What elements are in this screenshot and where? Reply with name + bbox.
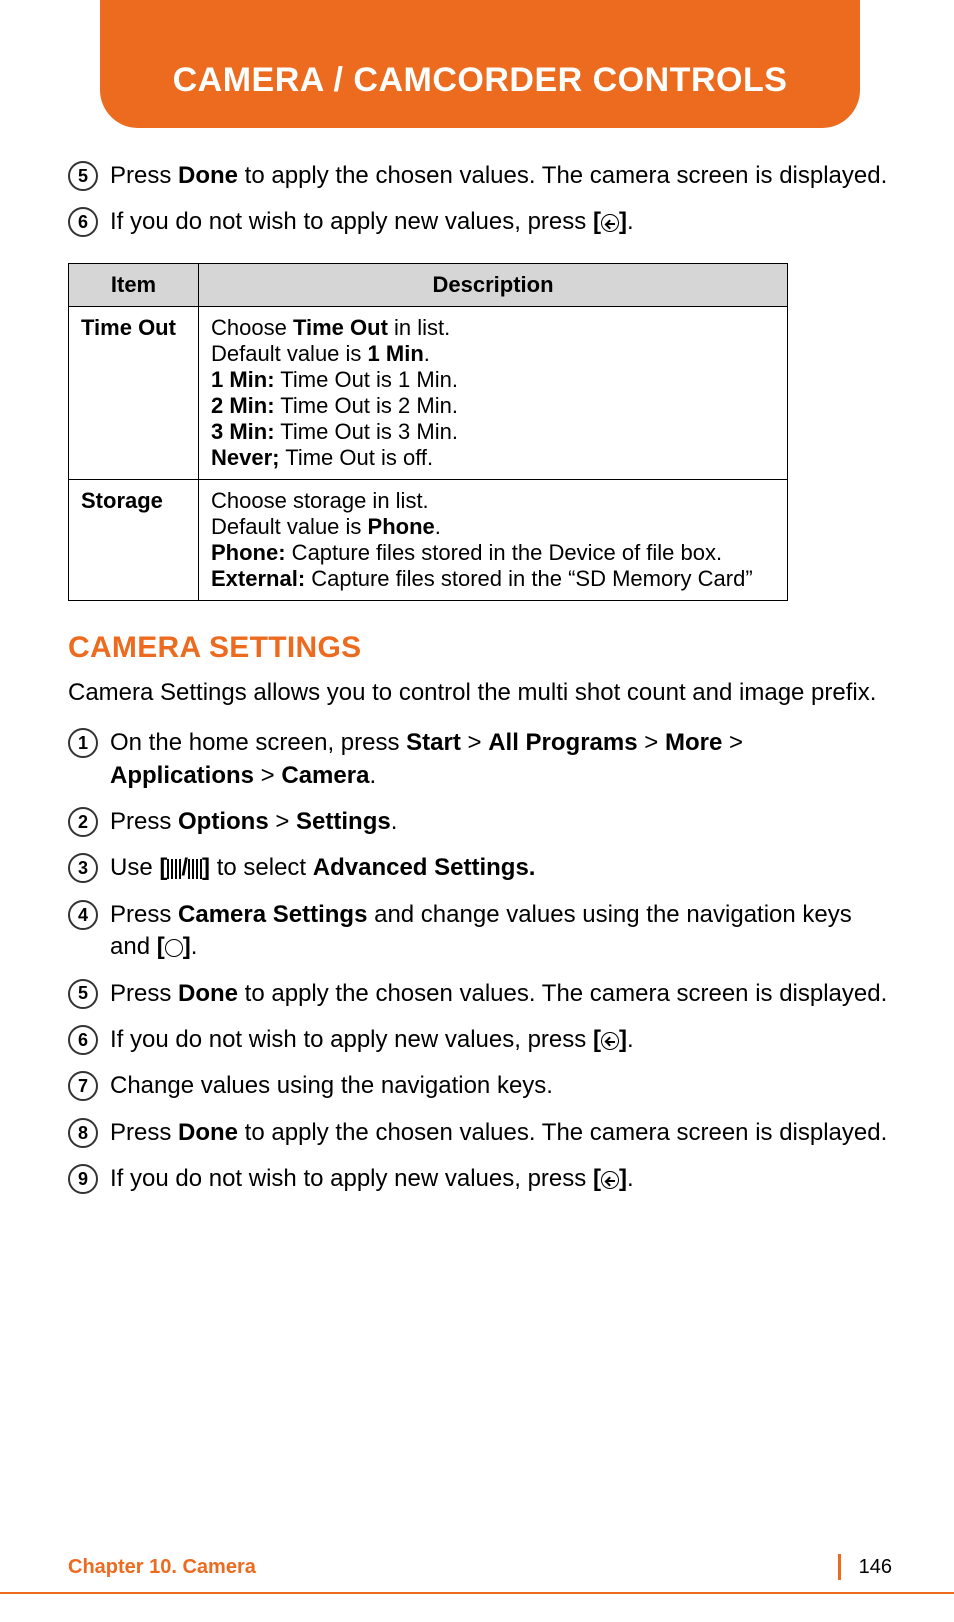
step-item: 2 Press Options > Settings. bbox=[68, 806, 890, 838]
table-cell-item: Time Out bbox=[69, 306, 199, 479]
step-number-badge: 7 bbox=[68, 1071, 98, 1101]
step-item: 4 Press Camera Settings and change values… bbox=[68, 899, 890, 964]
table-cell-description: Choose Time Out in list.Default value is… bbox=[199, 306, 788, 479]
table-row: StorageChoose storage in list.Default va… bbox=[69, 479, 788, 600]
step-text: Change values using the navigation keys. bbox=[110, 1070, 890, 1102]
step-number-badge: 9 bbox=[68, 1164, 98, 1194]
step-item: 3 Use [/] to select Advanced Settings. bbox=[68, 852, 890, 884]
step-text: If you do not wish to apply new values, … bbox=[110, 1163, 890, 1195]
back-icon bbox=[601, 1171, 619, 1189]
step-number-badge: 2 bbox=[68, 807, 98, 837]
step-item: 6 If you do not wish to apply new values,… bbox=[68, 206, 890, 238]
footer-chapter: Chapter 10. Camera bbox=[68, 1556, 256, 1579]
step-text: Press Done to apply the chosen values. T… bbox=[110, 1117, 890, 1149]
step-text: Use [/] to select Advanced Settings. bbox=[110, 852, 890, 884]
back-icon bbox=[601, 214, 619, 232]
section-intro: Camera Settings allows you to control th… bbox=[68, 677, 890, 709]
step-item: 1 On the home screen, press Start > All P… bbox=[68, 727, 890, 792]
step-number-badge: 5 bbox=[68, 979, 98, 1009]
step-text: Press Done to apply the chosen values. T… bbox=[110, 160, 890, 192]
settings-table: Item Description Time OutChoose Time Out… bbox=[68, 263, 788, 601]
step-number-badge: 3 bbox=[68, 853, 98, 883]
step-number-badge: 8 bbox=[68, 1118, 98, 1148]
step-item: 7 Change values using the navigation keys… bbox=[68, 1070, 890, 1102]
header-title: CAMERA / CAMCORDER CONTROLS bbox=[173, 61, 788, 100]
circle-icon bbox=[165, 939, 183, 957]
scroll-icon bbox=[188, 859, 202, 879]
step-text: Press Options > Settings. bbox=[110, 806, 890, 838]
step-text: If you do not wish to apply new values, … bbox=[110, 206, 890, 238]
step-item: 5 Press Done to apply the chosen values. … bbox=[68, 978, 890, 1010]
table-cell-item: Storage bbox=[69, 479, 199, 600]
header-tab: CAMERA / CAMCORDER CONTROLS bbox=[100, 0, 860, 128]
table-row: Time OutChoose Time Out in list.Default … bbox=[69, 306, 788, 479]
step-text: Press Camera Settings and change values … bbox=[110, 899, 890, 964]
page-footer: Chapter 10. Camera 146 bbox=[68, 1554, 892, 1580]
step-text: On the home screen, press Start > All Pr… bbox=[110, 727, 890, 792]
step-number-badge: 6 bbox=[68, 1025, 98, 1055]
footer-page-number: 146 bbox=[859, 1556, 892, 1579]
section-heading: CAMERA SETTINGS bbox=[68, 631, 890, 665]
footer-rule bbox=[0, 1592, 954, 1594]
step-number-badge: 4 bbox=[68, 900, 98, 930]
back-icon bbox=[601, 1032, 619, 1050]
step-item: 9 If you do not wish to apply new values,… bbox=[68, 1163, 890, 1195]
step-text: Press Done to apply the chosen values. T… bbox=[110, 978, 890, 1010]
step-number-badge: 6 bbox=[68, 207, 98, 237]
step-number-badge: 5 bbox=[68, 161, 98, 191]
scroll-icon bbox=[167, 859, 181, 879]
step-item: 6 If you do not wish to apply new values,… bbox=[68, 1024, 890, 1056]
top-steps-list: 5 Press Done to apply the chosen values. … bbox=[68, 160, 890, 239]
page-content: 5 Press Done to apply the chosen values. … bbox=[68, 160, 890, 1209]
step-item: 8 Press Done to apply the chosen values. … bbox=[68, 1117, 890, 1149]
footer-divider-icon bbox=[838, 1554, 841, 1580]
step-text: If you do not wish to apply new values, … bbox=[110, 1024, 890, 1056]
step-item: 5 Press Done to apply the chosen values. … bbox=[68, 160, 890, 192]
table-header-item: Item bbox=[69, 263, 199, 306]
table-cell-description: Choose storage in list.Default value is … bbox=[199, 479, 788, 600]
step-number-badge: 1 bbox=[68, 728, 98, 758]
section-steps-list: 1 On the home screen, press Start > All P… bbox=[68, 727, 890, 1195]
table-header-description: Description bbox=[199, 263, 788, 306]
